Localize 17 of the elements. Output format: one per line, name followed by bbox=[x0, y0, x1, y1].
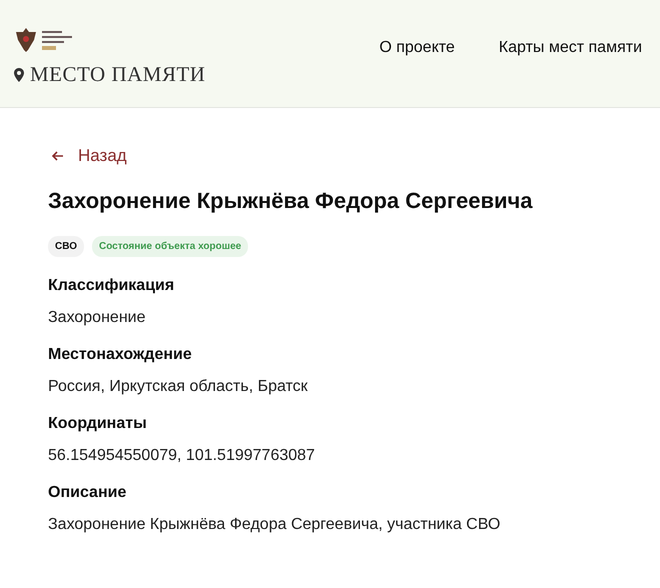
status-tag: Состояние объекта хорошее bbox=[92, 236, 248, 257]
page-title: Захоронение Крыжнёва Федора Сергеевича bbox=[48, 188, 534, 214]
field-label: Описание bbox=[48, 484, 128, 502]
nav-link[interactable]: О проекте bbox=[379, 38, 455, 56]
field-value: Захоронение bbox=[48, 309, 146, 327]
field-label: Классификация bbox=[48, 277, 176, 295]
field-label: Местонахождение bbox=[48, 346, 193, 364]
field-label: Координаты bbox=[48, 415, 148, 433]
back-link[interactable]: Назад bbox=[52, 146, 127, 166]
location-pin-icon bbox=[14, 68, 24, 82]
field-value: 56.154954550079, 101.51997763087 bbox=[48, 447, 316, 465]
category-tag: СВО bbox=[48, 236, 84, 257]
back-arrow-icon bbox=[52, 151, 64, 161]
field-value: Россия, Иркутская область, Братск bbox=[48, 378, 309, 396]
nav-link[interactable]: Карты мест памяти bbox=[498, 38, 642, 56]
field-value: Захоронение Крыжнёва Федора Сергеевича, участника СВО bbox=[48, 516, 502, 534]
site-title: МЕСТО ПАМЯТИ bbox=[30, 62, 206, 87]
